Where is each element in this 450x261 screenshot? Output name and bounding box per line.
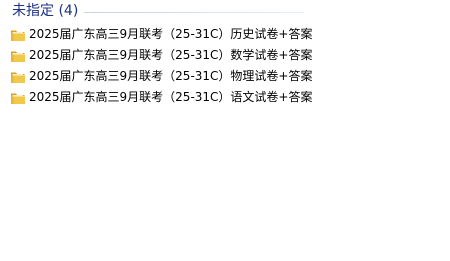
file-name: 2025届广东高三9月联考（25-31C）语文试卷+答案 [29, 90, 313, 104]
file-name: 2025届广东高三9月联考（25-31C）历史试卷+答案 [29, 27, 313, 41]
folder-icon [10, 48, 26, 64]
file-name: 2025届广东高三9月联考（25-31C）数学试卷+答案 [29, 48, 313, 62]
list-item[interactable]: 2025届广东高三9月联考（25-31C）数学试卷+答案 [10, 45, 312, 66]
group-divider [84, 11, 304, 13]
file-name: 2025届广东高三9月联考（25-31C）物理试卷+答案 [29, 69, 313, 83]
list-item[interactable]: 2025届广东高三9月联考（25-31C）物理试卷+答案 [10, 66, 312, 87]
list-item[interactable]: 2025届广东高三9月联考（25-31C）历史试卷+答案 [10, 24, 312, 45]
file-list: 2025届广东高三9月联考（25-31C）历史试卷+答案 2025届广东高三9月… [10, 24, 312, 108]
folder-icon [10, 27, 26, 43]
folder-icon [10, 69, 26, 85]
folder-icon [10, 90, 26, 106]
group-header[interactable]: 未指定 (4) [12, 1, 304, 21]
group-title: 未指定 (4) [12, 3, 79, 19]
list-item[interactable]: 2025届广东高三9月联考（25-31C）语文试卷+答案 [10, 87, 312, 108]
